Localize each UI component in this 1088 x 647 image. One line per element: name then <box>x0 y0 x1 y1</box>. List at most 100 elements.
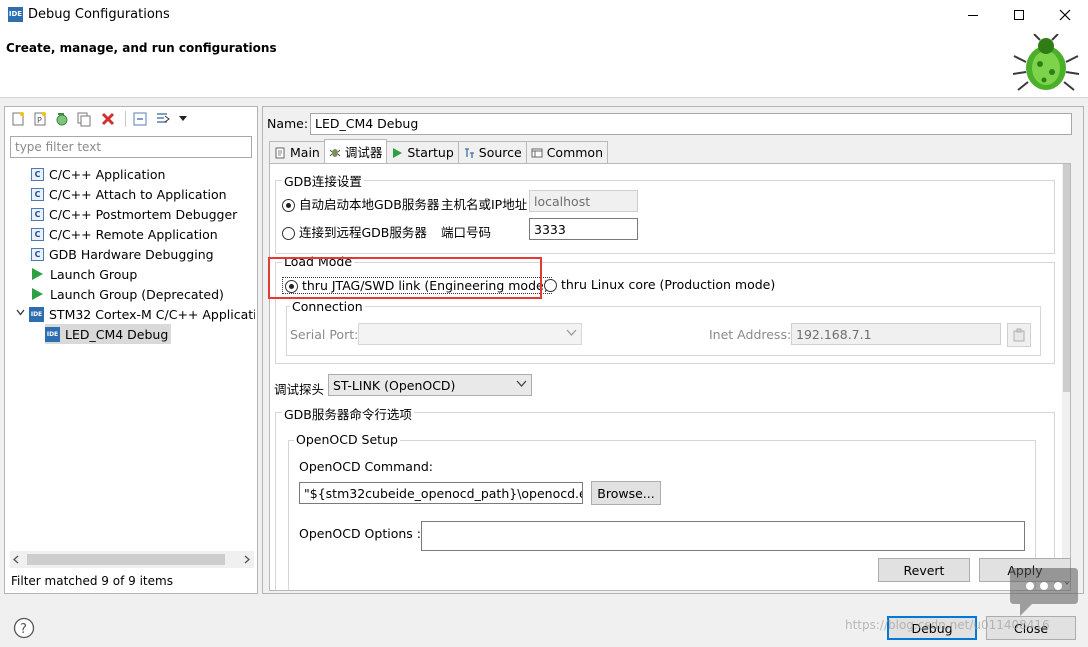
new-prototype-icon[interactable]: P <box>32 111 48 127</box>
openocd-setup-title: OpenOCD Setup <box>294 432 400 447</box>
title-bar: IDE Debug Configurations <box>0 0 1088 30</box>
duplicate-icon[interactable] <box>76 111 92 127</box>
window-title: Debug Configurations <box>28 7 170 22</box>
delete-icon[interactable] <box>100 111 116 127</box>
bug-icon <box>1012 34 1080 91</box>
maximize-icon <box>1014 10 1024 20</box>
chevron-down-icon <box>566 329 577 336</box>
tab-main[interactable]: Main <box>269 141 325 163</box>
tab-debugger[interactable]: 调试器 <box>323 139 388 163</box>
tree-horizontal-scrollbar[interactable] <box>10 551 254 568</box>
filter-icon[interactable] <box>155 111 171 127</box>
tree-item-cpp-remote[interactable]: C C/C++ Remote Application <box>31 224 218 244</box>
debugger-tab-icon <box>329 148 341 157</box>
tree-item-cpp-postmortem[interactable]: C C/C++ Postmortem Debugger <box>31 204 237 224</box>
scroll-thumb[interactable] <box>27 554 225 565</box>
header-text: Create, manage, and run configurations <box>6 41 277 55</box>
c-config-icon: C <box>31 187 44 201</box>
export-config-icon[interactable] <box>54 111 70 127</box>
openocd-options-label: OpenOCD Options : <box>299 526 421 541</box>
close-icon <box>1059 9 1071 21</box>
close-window-button[interactable] <box>1042 0 1088 30</box>
filter-status: Filter matched 9 of 9 items <box>11 574 173 588</box>
tab-common[interactable]: Common <box>525 141 609 163</box>
toolbar-separator <box>125 111 126 127</box>
scroll-thumb[interactable] <box>1063 164 1070 392</box>
app-icon: IDE <box>8 7 23 22</box>
host-label: 主机名或IP地址 <box>441 197 528 212</box>
content-vertical-scrollbar[interactable] <box>1062 164 1070 590</box>
radio-remote-gdb-dot[interactable] <box>282 227 295 240</box>
radio-linux-core[interactable]: thru Linux core (Production mode) <box>544 277 775 292</box>
connection-title: Connection <box>290 299 365 314</box>
tree-item-launch-group-deprecated[interactable]: Launch Group (Deprecated) <box>32 284 224 304</box>
c-config-icon: C <box>31 207 44 221</box>
name-input[interactable]: LED_CM4 Debug <box>310 113 1072 135</box>
svg-text:P: P <box>37 116 42 125</box>
gdb-connection-title: GDB连接设置 <box>282 171 364 190</box>
radio-linux-core-dot[interactable] <box>544 279 557 292</box>
config-editor-panel: Name: LED_CM4 Debug Main 调试器 Startup Sou… <box>262 106 1084 594</box>
tree-item-launch-group[interactable]: Launch Group <box>32 264 137 284</box>
tree-item-gdb-hardware[interactable]: C GDB Hardware Debugging <box>31 244 214 264</box>
ide-icon: IDE <box>45 326 60 342</box>
inet-address-label: Inet Address: <box>709 327 792 342</box>
port-label: 端口号码 <box>441 225 492 240</box>
openocd-command-input[interactable]: "${stm32cubeide_openocd_path}\openocd.ex… <box>299 482 583 504</box>
clipboard-icon <box>1013 328 1025 342</box>
scroll-left-icon <box>13 555 19 564</box>
filter-dropdown-icon[interactable] <box>179 116 187 122</box>
help-icon[interactable]: ? <box>13 617 35 639</box>
host-input[interactable]: localhost <box>529 190 638 212</box>
chat-bubble-icon <box>1010 568 1078 616</box>
chevron-down-icon <box>516 380 527 387</box>
maximize-button[interactable] <box>996 0 1042 30</box>
minimize-icon <box>968 15 978 16</box>
probe-label: 调试探头 <box>274 382 325 397</box>
tab-source[interactable]: Source <box>457 141 527 163</box>
revert-button[interactable]: Revert <box>878 558 970 582</box>
openocd-options-input[interactable] <box>421 521 1025 551</box>
scroll-right-icon <box>244 555 250 564</box>
serial-port-label: Serial Port: <box>290 327 359 342</box>
tab-bar: Main 调试器 Startup Source Common <box>269 139 609 163</box>
new-config-icon[interactable] <box>10 111 26 127</box>
c-config-icon: C <box>31 247 44 261</box>
browse-button[interactable]: Browse... <box>591 481 661 505</box>
c-config-icon: C <box>31 227 44 241</box>
filter-input[interactable] <box>10 136 252 158</box>
expand-chevron-icon[interactable] <box>16 309 25 316</box>
dialog-header: Create, manage, and run configurations <box>0 30 1088 98</box>
config-tree-panel: P CC/C++ Application CC/C++ Attach to Ap… <box>4 106 258 594</box>
inet-address-input[interactable]: 192.168.7.1 <box>791 323 1001 345</box>
launch-group-icon <box>32 268 43 280</box>
startup-tab-icon <box>393 147 403 158</box>
gdb-connection-group <box>275 180 1055 254</box>
radio-local-gdb[interactable]: 自动启动本地GDB服务器 <box>282 194 439 213</box>
common-tab-icon <box>531 148 543 157</box>
tree-item-cpp-attach[interactable]: C C/C++ Attach to Application <box>31 184 227 204</box>
tree-item-cpp-application[interactable]: C C/C++ Application <box>31 164 165 184</box>
ide-icon: IDE <box>29 306 44 322</box>
highlight-annotation <box>268 257 542 299</box>
name-label: Name: <box>267 116 309 131</box>
gdb-cmdline-title: GDB服务器命令行选项 <box>282 404 414 423</box>
debugger-tab-content: GDB连接设置 自动启动本地GDB服务器 主机名或IP地址 localhost … <box>269 163 1071 591</box>
collapse-all-icon[interactable] <box>132 111 148 127</box>
port-input[interactable]: 3333 <box>529 218 638 240</box>
tab-startup[interactable]: Startup <box>386 141 459 163</box>
inet-options-button[interactable] <box>1007 323 1031 347</box>
radio-local-gdb-dot[interactable] <box>282 199 295 212</box>
tree-item-stm32-cortex-m[interactable]: IDE STM32 Cortex-M C/C++ Applicatio <box>29 304 255 324</box>
radio-remote-gdb[interactable]: 连接到远程GDB服务器 <box>282 222 427 241</box>
main-tab-icon <box>275 147 285 158</box>
source-tab-icon <box>464 147 474 158</box>
tree-item-led-cm4-debug[interactable]: IDE LED_CM4 Debug <box>45 324 172 344</box>
minimize-button[interactable] <box>950 0 996 30</box>
watermark: https://blog.csdn.net/u011408416 <box>845 618 1050 632</box>
serial-port-select[interactable] <box>358 323 582 345</box>
openocd-command-label: OpenOCD Command: <box>299 459 434 474</box>
svg-text:?: ? <box>20 622 27 637</box>
launch-group-icon <box>32 288 43 300</box>
probe-select[interactable]: ST-LINK (OpenOCD) <box>328 374 532 396</box>
